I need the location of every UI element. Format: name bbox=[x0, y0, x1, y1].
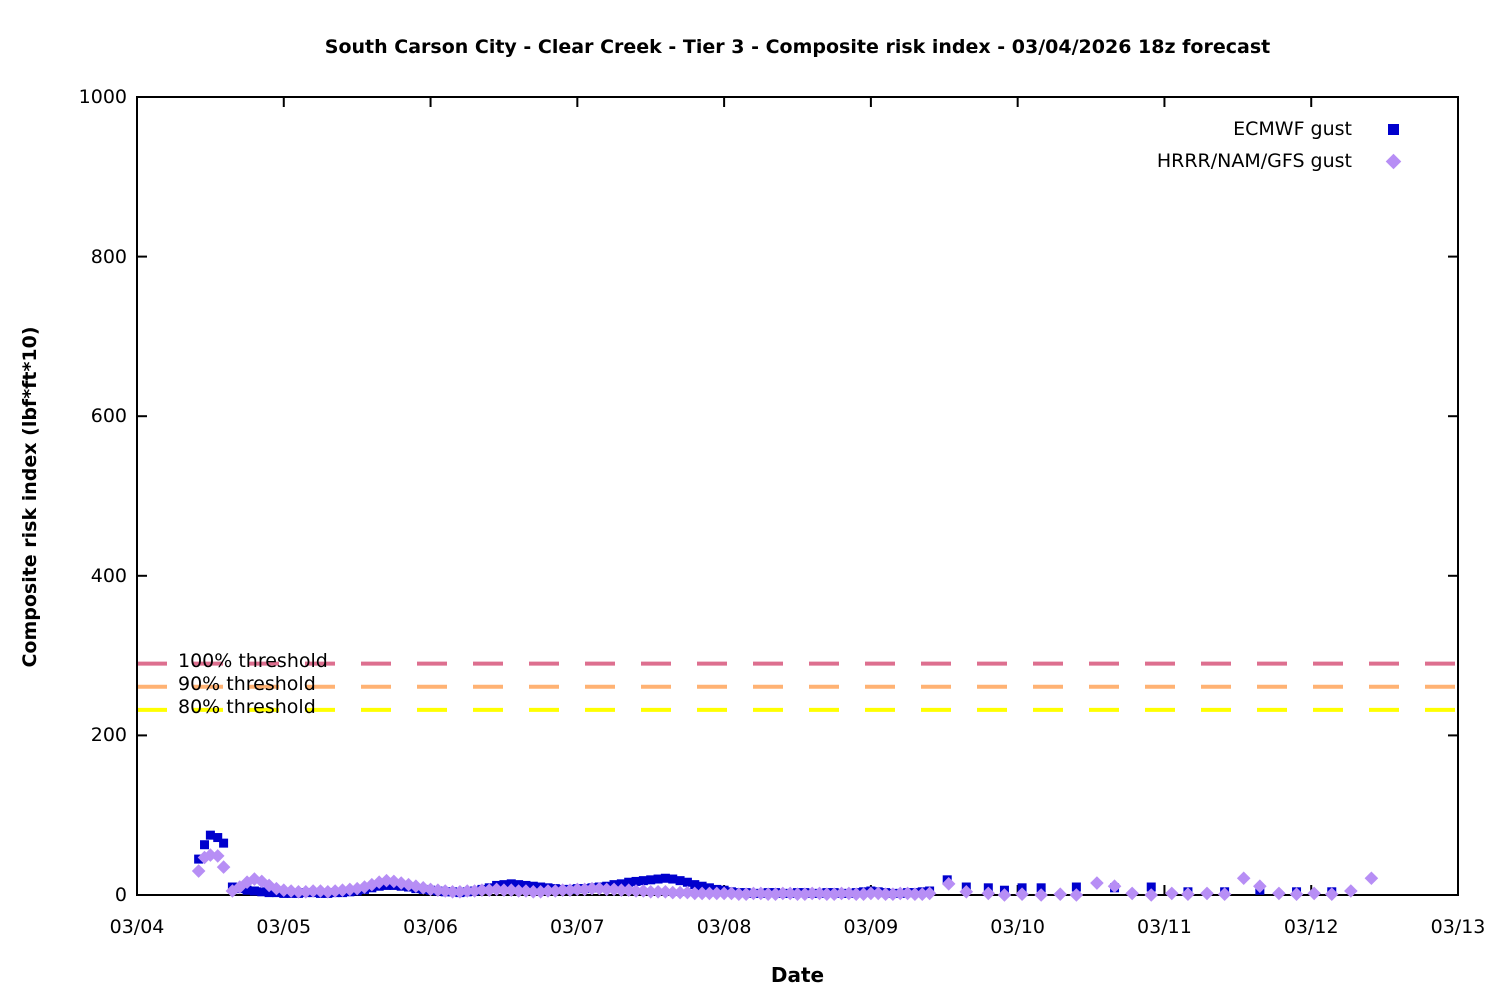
data-point-hrrr bbox=[1034, 888, 1048, 902]
x-tick-label: 03/05 bbox=[239, 916, 329, 938]
y-tick-label: 800 bbox=[30, 246, 127, 268]
y-tick-label: 1000 bbox=[30, 86, 127, 108]
data-point-hrrr bbox=[1325, 887, 1339, 901]
data-point-hrrr bbox=[1144, 888, 1158, 902]
data-point-hrrr bbox=[1108, 879, 1122, 893]
data-point-hrrr bbox=[1053, 887, 1067, 901]
legend-label: ECMWF gust bbox=[1233, 118, 1352, 140]
legend-square-marker-icon bbox=[1388, 124, 1399, 135]
x-tick-label: 03/11 bbox=[1119, 916, 1209, 938]
data-point-hrrr bbox=[998, 888, 1012, 902]
data-point-hrrr bbox=[1090, 876, 1104, 890]
data-point-hrrr bbox=[1307, 887, 1321, 901]
data-point-hrrr bbox=[1365, 871, 1379, 885]
data-point-hrrr bbox=[1125, 887, 1139, 901]
y-tick-label: 600 bbox=[30, 405, 127, 427]
threshold-label: 100% threshold bbox=[178, 650, 328, 672]
data-point-hrrr bbox=[1290, 887, 1304, 901]
data-point-hrrr bbox=[1070, 888, 1084, 902]
legend-entry: HRRR/NAM/GFS gust bbox=[1157, 148, 1399, 174]
data-point-hrrr bbox=[1253, 879, 1267, 893]
chart-figure: South Carson City - Clear Creek - Tier 3… bbox=[0, 0, 1500, 1000]
data-point-ecmwf bbox=[200, 840, 209, 849]
data-point-hrrr bbox=[959, 885, 973, 899]
y-tick-label: 200 bbox=[30, 724, 127, 746]
data-point-hrrr bbox=[1237, 871, 1251, 885]
data-point-hrrr bbox=[217, 860, 231, 874]
data-point-hrrr bbox=[982, 887, 996, 901]
plot-border bbox=[137, 97, 1458, 895]
legend-entry: ECMWF gust bbox=[1233, 116, 1399, 142]
legend-diamond-marker-icon bbox=[1386, 153, 1402, 169]
x-tick-label: 03/10 bbox=[973, 916, 1063, 938]
x-tick-label: 03/06 bbox=[386, 916, 476, 938]
y-tick-label: 0 bbox=[30, 884, 127, 906]
x-tick-label: 03/04 bbox=[92, 916, 182, 938]
data-point-hrrr bbox=[1200, 887, 1214, 901]
data-point-hrrr bbox=[192, 864, 206, 878]
legend-label: HRRR/NAM/GFS gust bbox=[1157, 150, 1352, 172]
data-point-hrrr bbox=[1218, 887, 1232, 901]
threshold-label: 90% threshold bbox=[178, 673, 316, 695]
data-point-hrrr bbox=[1165, 887, 1179, 901]
data-point-ecmwf bbox=[219, 839, 228, 848]
x-tick-label: 03/13 bbox=[1413, 916, 1500, 938]
data-point-hrrr bbox=[1272, 887, 1286, 901]
x-tick-label: 03/09 bbox=[826, 916, 916, 938]
y-tick-label: 400 bbox=[30, 565, 127, 587]
data-point-hrrr bbox=[1181, 887, 1195, 901]
x-tick-label: 03/07 bbox=[532, 916, 622, 938]
threshold-label: 80% threshold bbox=[178, 696, 316, 718]
x-tick-label: 03/12 bbox=[1266, 916, 1356, 938]
x-tick-label: 03/08 bbox=[679, 916, 769, 938]
